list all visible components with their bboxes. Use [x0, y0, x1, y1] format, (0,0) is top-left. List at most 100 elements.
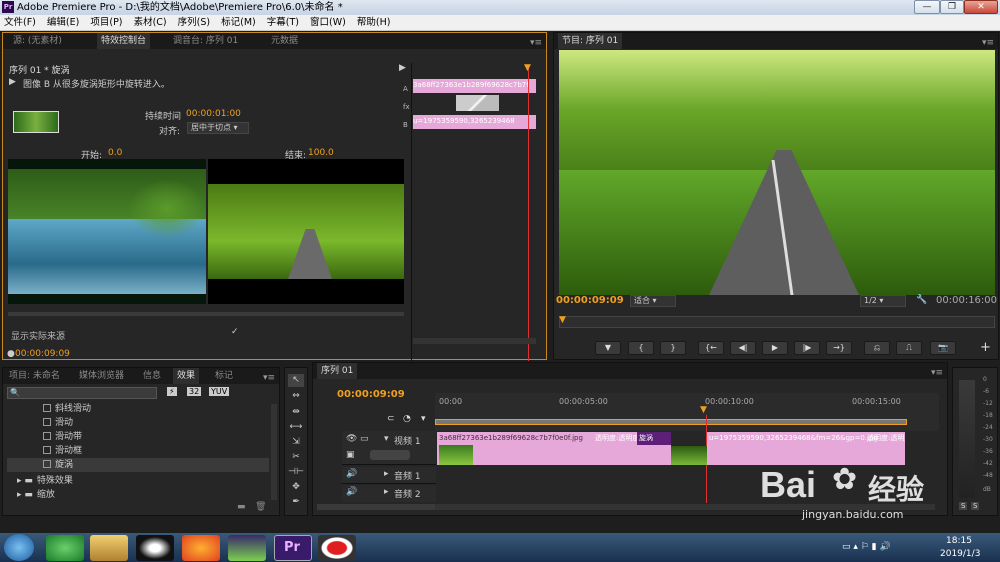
start-value[interactable]: 0.0: [108, 148, 122, 158]
snap-icon[interactable]: ⊂: [387, 414, 395, 424]
tab-project[interactable]: 项目: 未命名: [5, 368, 64, 384]
effects-search-input[interactable]: 🔍: [7, 387, 157, 399]
menu-edit[interactable]: 编辑(E): [47, 15, 79, 31]
video-app-icon[interactable]: [228, 535, 266, 561]
tab-sequence[interactable]: 序列 01: [317, 363, 358, 379]
speaker-icon[interactable]: 🔊: [346, 487, 357, 497]
wrench-icon[interactable]: 🔧: [916, 295, 927, 305]
premiere-app-icon[interactable]: Pr: [274, 535, 312, 561]
selection-tool-icon[interactable]: ↖: [288, 374, 304, 387]
menu-window[interactable]: 窗口(W): [310, 15, 346, 31]
mini-transition[interactable]: [456, 95, 499, 111]
timeline-playhead-icon[interactable]: ▼: [700, 405, 707, 415]
yuv-effects-icon[interactable]: YUV: [209, 387, 230, 396]
list-item[interactable]: 滑动带: [43, 430, 82, 444]
add-marker-icon[interactable]: ▾: [421, 414, 426, 424]
tray-icons[interactable]: ▭ ▴ ⚐ ▮ 🔊: [842, 542, 891, 552]
expand-arrow-icon[interactable]: ▸: [384, 469, 389, 479]
tab-metadata[interactable]: 元数据: [267, 33, 302, 49]
qq-app-icon[interactable]: [136, 535, 174, 561]
preview-scrollbar[interactable]: [8, 312, 404, 316]
speaker-icon[interactable]: 🔊: [346, 469, 357, 479]
lift-button[interactable]: ⎌: [864, 341, 890, 355]
folder-app-icon[interactable]: [90, 535, 128, 561]
mini-playhead[interactable]: [528, 65, 529, 361]
effect-timecode[interactable]: 00:00:09:09: [15, 349, 70, 359]
new-bin-icon[interactable]: ▬: [237, 502, 246, 512]
clock-time[interactable]: 18:15: [946, 536, 972, 546]
list-item-selected[interactable]: 旋涡: [7, 458, 269, 472]
display-style-icon[interactable]: ▣: [346, 450, 355, 460]
work-area-bar[interactable]: [435, 419, 907, 425]
mark-in-button[interactable]: {: [628, 341, 654, 355]
transition-clip[interactable]: 旋涡: [637, 432, 671, 445]
mini-scrollbar[interactable]: [413, 338, 536, 344]
tab-source[interactable]: 源: (无素材): [9, 33, 66, 49]
go-to-out-button[interactable]: →}: [826, 341, 852, 355]
menu-sequence[interactable]: 序列(S): [178, 15, 210, 31]
pen-tool-icon[interactable]: ✒: [288, 496, 304, 509]
program-playhead-icon[interactable]: ▼: [559, 315, 566, 325]
fit-dropdown[interactable]: 适合 ▾: [630, 295, 676, 307]
start-button[interactable]: [4, 534, 34, 561]
export-frame-button[interactable]: 📷: [930, 341, 956, 355]
add-button-icon[interactable]: +: [980, 340, 991, 355]
program-menu-icon[interactable]: ▾≡: [982, 35, 994, 51]
step-forward-button[interactable]: |▶: [794, 341, 820, 355]
tab-markers[interactable]: 标记: [211, 368, 237, 384]
razor-tool-icon[interactable]: ✂: [288, 451, 304, 464]
menu-help[interactable]: 帮助(H): [357, 15, 391, 31]
menu-clip[interactable]: 素材(C): [134, 15, 167, 31]
tab-effects[interactable]: 效果: [173, 368, 200, 384]
program-scrubber[interactable]: [559, 316, 995, 328]
collapse-arrow-icon[interactable]: ▾: [384, 434, 389, 444]
extract-button[interactable]: ⎍: [896, 341, 922, 355]
solo-left-button[interactable]: S: [959, 502, 968, 510]
delete-icon[interactable]: 🗑: [255, 502, 266, 512]
ripple-edit-tool-icon[interactable]: ⇹: [288, 406, 304, 419]
firefox-app-icon[interactable]: [182, 535, 220, 561]
duration-value[interactable]: 00:00:01:00: [186, 109, 241, 119]
tab-effect-controls[interactable]: 特效控制台: [97, 33, 151, 49]
mini-clip-a[interactable]: 3a68ff27363e1b289f69628c7b7f: [413, 79, 536, 93]
rate-stretch-tool-icon[interactable]: ⇲: [288, 436, 304, 449]
step-back-button[interactable]: ◀|: [730, 341, 756, 355]
record-app-icon[interactable]: [318, 535, 356, 561]
tab-audio-mixer[interactable]: 调音台: 序列 01: [169, 33, 242, 49]
clip-1[interactable]: 3a68ff27363e1b289f69628c7b7f0e0f.jpg 透明度…: [437, 432, 671, 465]
clock-date[interactable]: 2019/1/3: [940, 549, 980, 559]
list-item[interactable]: 滑动: [43, 416, 73, 430]
tab-media-browser[interactable]: 媒体浏览器: [75, 368, 128, 384]
menu-title[interactable]: 字幕(T): [267, 15, 299, 31]
play-preview-icon[interactable]: ▶: [9, 77, 16, 87]
timeline-menu-icon[interactable]: ▾≡: [931, 365, 943, 381]
close-button[interactable]: ✕: [964, 0, 998, 14]
program-timecode[interactable]: 00:00:09:09: [556, 295, 624, 306]
solo-right-button[interactable]: S: [971, 502, 980, 510]
32bit-effects-icon[interactable]: 32: [187, 387, 202, 396]
lock-icon[interactable]: ▭: [360, 434, 369, 444]
mini-clip-b[interactable]: u=1975359590,3265239468: [413, 115, 536, 129]
slide-tool-icon[interactable]: ✥: [288, 481, 304, 494]
folder-item[interactable]: ▸ ▬ 缩放: [17, 488, 55, 502]
taskbar-app-icon[interactable]: [46, 535, 84, 561]
menu-project[interactable]: 项目(P): [90, 15, 122, 31]
quality-dropdown[interactable]: 1/2 ▾: [860, 295, 906, 307]
timeline-timecode[interactable]: 00:00:09:09: [337, 389, 405, 400]
add-marker-button[interactable]: ▼: [595, 341, 621, 355]
mini-playhead-icon[interactable]: ▼: [524, 63, 531, 73]
maximize-button[interactable]: ❐: [940, 0, 964, 14]
folder-item[interactable]: ▸ ▬ 特殊效果: [17, 474, 73, 488]
end-value[interactable]: 100.0: [308, 148, 334, 158]
play-button[interactable]: ▶: [762, 341, 788, 355]
keyframe-control[interactable]: [370, 450, 410, 460]
mark-out-button[interactable]: }: [660, 341, 686, 355]
menu-file[interactable]: 文件(F): [4, 15, 36, 31]
slip-tool-icon[interactable]: ⊣⊢: [288, 466, 304, 479]
go-to-in-button[interactable]: {←: [698, 341, 724, 355]
align-dropdown[interactable]: 居中于切点 ▾: [187, 122, 249, 134]
expand-arrow-icon[interactable]: ▶: [399, 63, 406, 73]
rolling-edit-tool-icon[interactable]: ⟷: [288, 421, 304, 434]
expand-arrow-icon[interactable]: ▸: [384, 487, 389, 497]
menu-marker[interactable]: 标记(M): [221, 15, 256, 31]
